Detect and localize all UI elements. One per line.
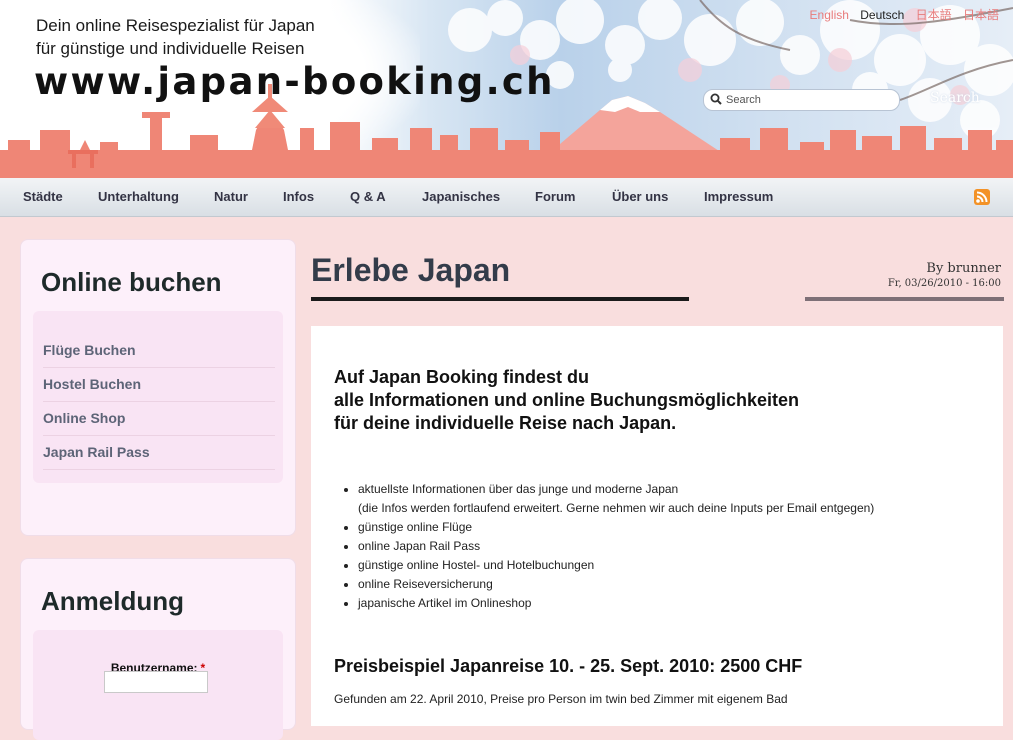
site-header: Dein online Reisespezialist für Japan fü… xyxy=(0,0,1013,178)
intro-line-2: alle Informationen und online Buchungsmö… xyxy=(334,390,800,410)
nav-item-infos[interactable]: Infos xyxy=(283,189,314,204)
intro-line-1: Auf Japan Booking findest du xyxy=(334,367,589,387)
sidebar-link-japan-rail-pass[interactable]: Japan Rail Pass xyxy=(43,436,275,470)
title-underline-grey xyxy=(805,297,1004,301)
sidebar-block-anmeldung: Anmeldung Benutzername: * xyxy=(20,558,296,740)
language-link-deutsch[interactable]: Deutsch xyxy=(860,8,904,22)
sidebar-link-online-shop[interactable]: Online Shop xyxy=(43,402,275,436)
language-link-japanese[interactable]: 日本語 xyxy=(916,8,952,22)
nav-item-qa[interactable]: Q & A xyxy=(350,189,386,204)
list-item: japanische Artikel im Onlineshop xyxy=(358,594,874,613)
sidebar-title-online-buchen: Online buchen xyxy=(41,267,222,297)
feature-list: aktuellste Informationen über das junge … xyxy=(334,480,874,613)
search-button[interactable]: Search xyxy=(930,90,980,106)
list-item-note: (die Infos werden fortlaufend erweitert.… xyxy=(358,501,875,515)
nav-item-impressum[interactable]: Impressum xyxy=(704,189,773,204)
article-byline: By brunner Fr, 03/26/2010 - 16:00 xyxy=(888,261,1001,289)
article-content: Auf Japan Booking findest du alle Inform… xyxy=(311,326,1003,726)
nav-item-ueber-uns[interactable]: Über uns xyxy=(612,189,668,204)
search-icon xyxy=(710,93,722,105)
sidebar-title-anmeldung: Anmeldung xyxy=(41,586,184,616)
sidebar-link-hostel-buchen[interactable]: Hostel Buchen xyxy=(43,368,275,402)
header-tagline-2: für günstige und individuelle Reisen xyxy=(36,39,305,58)
article-author: By brunner xyxy=(926,261,1001,276)
sidebar-link-fluege-buchen[interactable]: Flüge Buchen xyxy=(43,334,275,368)
nav-item-natur[interactable]: Natur xyxy=(214,189,248,204)
sidebar-block-online-buchen: Online buchen Flüge Buchen Hostel Buchen… xyxy=(20,239,296,536)
list-item: günstige online Hostel- und Hotelbuchung… xyxy=(358,556,874,575)
article-intro: Auf Japan Booking findest du alle Inform… xyxy=(334,366,799,435)
site-logo-url[interactable]: www.japan-booking.ch xyxy=(34,60,555,103)
list-item: günstige online Flüge xyxy=(358,518,874,537)
nav-item-staedte[interactable]: Städte xyxy=(23,189,63,204)
page-title: Erlebe Japan xyxy=(311,252,511,288)
nav-item-forum[interactable]: Forum xyxy=(535,189,575,204)
language-switcher: English Deutsch 日本語 日本語 xyxy=(802,6,999,23)
rss-feed-icon[interactable] xyxy=(974,189,990,205)
login-form: Benutzername: * xyxy=(33,630,283,740)
nav-item-unterhaltung[interactable]: Unterhaltung xyxy=(98,189,179,204)
main-nav: Städte Unterhaltung Natur Infos Q & A Ja… xyxy=(0,178,1013,217)
price-example-note: Gefunden am 22. April 2010, Preise pro P… xyxy=(334,692,788,706)
list-item: online Reiseversicherung xyxy=(358,575,874,594)
list-item: online Japan Rail Pass xyxy=(358,537,874,556)
language-link-japanese-2[interactable]: 日本語 xyxy=(963,8,999,22)
header-tagline-1: Dein online Reisespezialist für Japan xyxy=(36,16,315,35)
username-input[interactable] xyxy=(104,671,208,693)
price-example-heading: Preisbeispiel Japanreise 10. - 25. Sept.… xyxy=(334,656,803,676)
list-item: aktuellste Informationen über das junge … xyxy=(358,480,874,518)
intro-line-3: für deine individuelle Reise nach Japan. xyxy=(334,413,677,433)
nav-item-japanisches[interactable]: Japanisches xyxy=(422,189,500,204)
article-date: Fr, 03/26/2010 - 16:00 xyxy=(887,278,1001,289)
sidebar-booking-menu: Flüge Buchen Hostel Buchen Online Shop J… xyxy=(33,311,283,483)
title-underline-dark xyxy=(311,297,689,301)
search-input[interactable] xyxy=(726,92,891,108)
language-link-english[interactable]: English xyxy=(810,8,849,22)
search-box xyxy=(703,89,900,111)
